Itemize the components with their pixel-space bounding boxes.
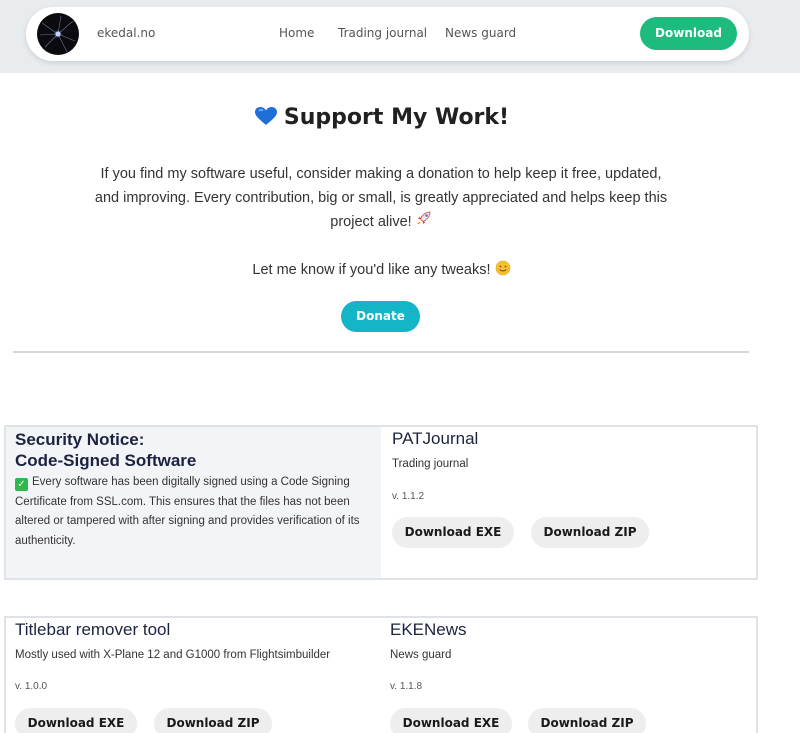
product-version: v. 1.0.0	[15, 681, 48, 692]
download-zip-button[interactable]: Download ZIP	[528, 708, 646, 733]
product-subtitle: News guard	[390, 649, 452, 661]
product-title: Titlebar remover tool	[15, 620, 171, 639]
download-exe-button[interactable]: Download EXE	[390, 708, 512, 733]
support-title-text: Support My Work!	[283, 105, 510, 130]
support-paragraph-text: If you find my software useful, consider…	[94, 166, 668, 230]
support-paragraph: If you find my software useful, consider…	[88, 162, 674, 234]
product-subtitle: Mostly used with X-Plane 12 and G1000 fr…	[15, 649, 331, 661]
support-tweak-text: Let me know if you'd like any tweaks!	[252, 261, 491, 278]
blue-heart-icon	[254, 106, 278, 126]
rocket-icon	[416, 210, 432, 234]
navbar: ekedal.no Home Trading journal News guar…	[26, 7, 749, 61]
site-logo[interactable]	[37, 13, 79, 55]
nav-link-trading-journal[interactable]: Trading journal	[338, 26, 427, 40]
product-row-1: Security Notice: Code-Signed Software ✓ E…	[4, 425, 758, 580]
product-subtitle: Trading journal	[392, 458, 469, 470]
support-heading: Support My Work!	[0, 104, 763, 130]
checkmark-icon: ✓	[15, 478, 28, 491]
product-version: v. 1.1.8	[390, 681, 423, 692]
nav-link-home[interactable]: Home	[279, 26, 314, 40]
download-zip-button[interactable]: Download ZIP	[154, 708, 272, 733]
support-tweak-line: Let me know if you'd like any tweaks!	[0, 260, 763, 280]
security-notice-title-line1: Security Notice:	[15, 430, 145, 449]
security-notice-card: Security Notice: Code-Signed Software ✓ E…	[6, 427, 381, 578]
security-notice-title-line2: Code-Signed Software	[15, 451, 197, 470]
product-row-2: Titlebar remover tool Mostly used with X…	[4, 616, 758, 733]
security-notice-body: ✓ Every software has been digitally signe…	[15, 473, 375, 551]
smile-icon	[495, 260, 511, 280]
download-exe-button[interactable]: Download EXE	[15, 708, 137, 733]
download-zip-button[interactable]: Download ZIP	[531, 517, 649, 548]
nav-link-news-guard[interactable]: News guard	[445, 26, 516, 40]
product-title: EKENews	[390, 620, 467, 639]
product-version: v. 1.1.2	[392, 491, 425, 502]
donate-button[interactable]: Donate	[341, 301, 420, 332]
download-exe-button[interactable]: Download EXE	[392, 517, 514, 548]
security-notice-title: Security Notice: Code-Signed Software	[15, 429, 196, 471]
brand-name[interactable]: ekedal.no	[97, 26, 155, 40]
product-title: PATJournal	[392, 429, 479, 448]
nav-download-button[interactable]: Download	[640, 17, 737, 50]
security-notice-body-text: Every software has been digitally signed…	[15, 476, 360, 547]
section-divider	[13, 351, 749, 353]
